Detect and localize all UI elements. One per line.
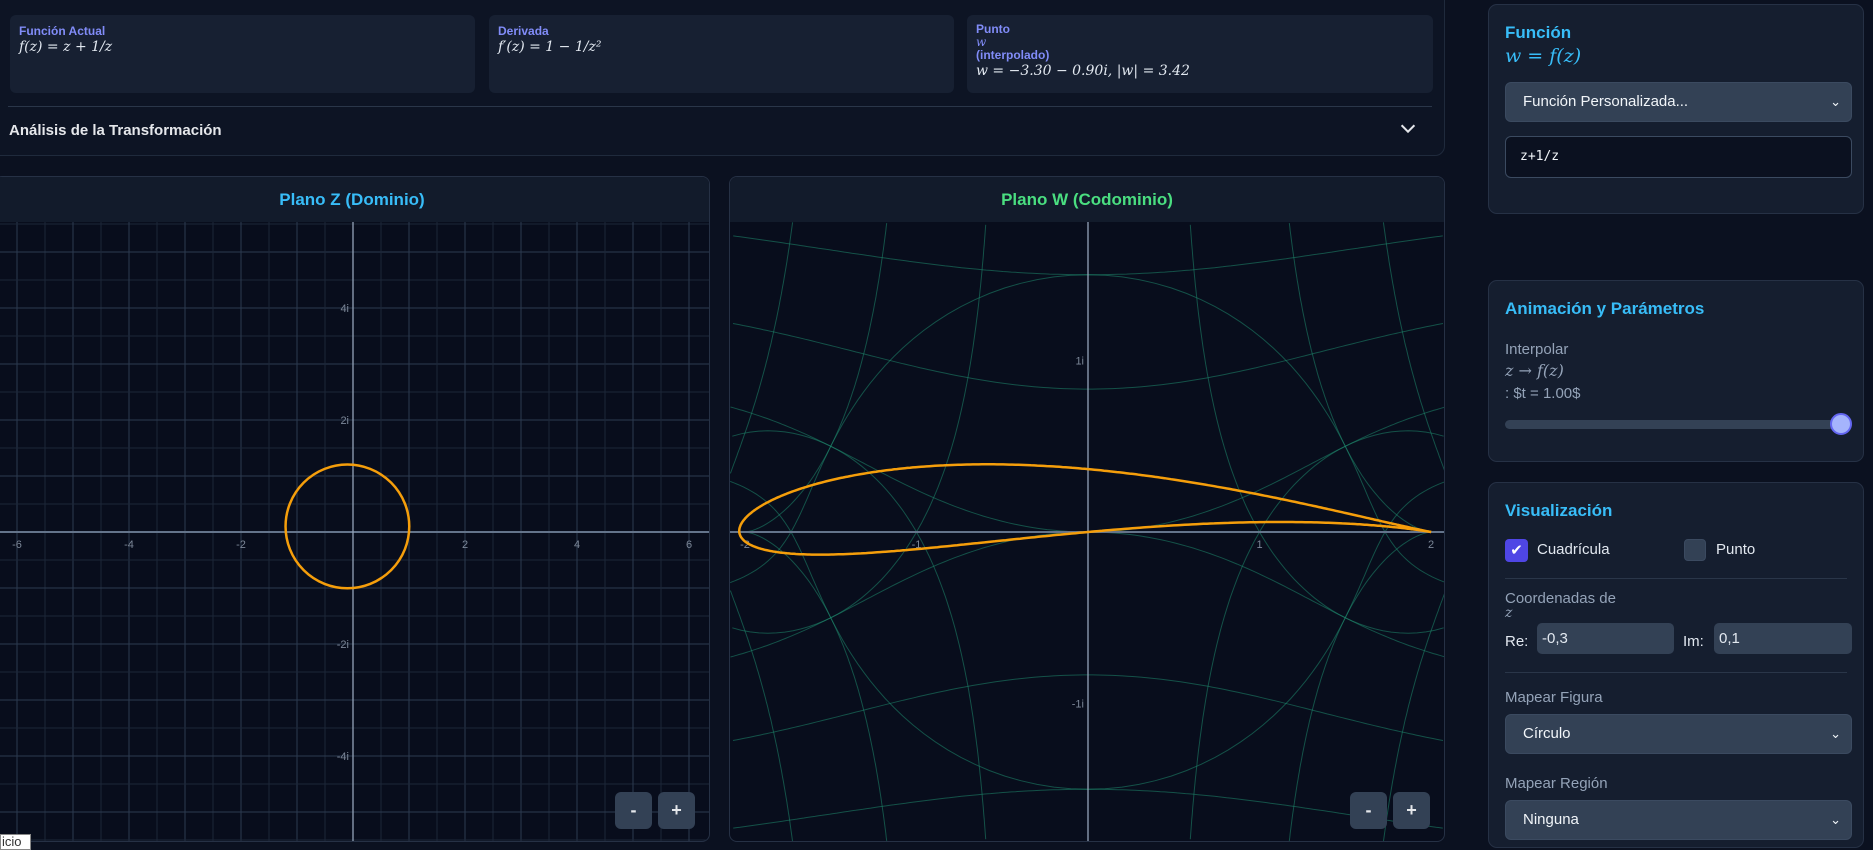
chevron-down-icon[interactable] bbox=[1397, 117, 1419, 139]
z-plane-title: Plano Z (Dominio) bbox=[0, 177, 709, 222]
divider bbox=[1505, 672, 1847, 673]
analysis-toggle-title[interactable]: Análisis de la Transformación bbox=[9, 122, 222, 139]
tooltip: icio bbox=[0, 834, 31, 850]
w-plane-canvas[interactable]: -2 -1 1 21i-1i bbox=[730, 222, 1445, 842]
chevron-down-icon: ⌄ bbox=[1830, 812, 1841, 827]
analysis-panel: Función Actual f(z) = z + 1/z Derivada f… bbox=[0, 0, 1445, 156]
current-function-card: Función Actual f(z) = z + 1/z bbox=[10, 15, 475, 93]
derivative-card: Derivada f′(z) = 1 − 1/z² bbox=[489, 15, 954, 93]
x-tick-label: 1 bbox=[1256, 539, 1262, 551]
point-card: Punto w (interpolado) w = −3.30 − 0.90i,… bbox=[967, 15, 1433, 93]
point-label: Punto bbox=[1716, 541, 1756, 558]
select-value: Ninguna bbox=[1523, 811, 1579, 828]
x-tick-label: 4 bbox=[574, 539, 580, 551]
check-icon: ✔ bbox=[1510, 542, 1523, 559]
point-value: w = −3.30 − 0.90i, |w| = 3.42 bbox=[976, 63, 1190, 79]
function-title: Función bbox=[1505, 23, 1572, 42]
region-label: Mapear Región bbox=[1505, 775, 1608, 792]
function-formula: f(z) = z + 1/z bbox=[19, 39, 113, 55]
x-tick-label: -6 bbox=[12, 539, 22, 551]
grid-label: Cuadrícula bbox=[1537, 541, 1610, 558]
im-input[interactable]: 0,1 bbox=[1714, 623, 1852, 654]
grid-checkbox[interactable]: ✔ bbox=[1505, 539, 1528, 562]
function-subtitle: w = f(z) bbox=[1505, 45, 1582, 67]
z-plane-panel: Plano Z (Dominio) -6 -4 -2 2 4 6 4i 2i -2i -4i - … bbox=[0, 176, 710, 842]
chevron-down-icon: ⌄ bbox=[1830, 94, 1841, 109]
y-tick-label: -4i bbox=[337, 751, 349, 763]
z-plane-canvas[interactable]: -6 -4 -2 2 4 6 4i 2i -2i -4i bbox=[0, 222, 710, 842]
re-input[interactable]: -0,3 bbox=[1537, 623, 1674, 654]
re-label: Re: bbox=[1505, 633, 1529, 650]
region-select[interactable]: Ninguna ⌄ bbox=[1505, 800, 1852, 840]
visualization-panel: Visualización ✔ Cuadrícula Punto Coorden… bbox=[1488, 482, 1864, 848]
function-panel: Función w = f(z) Función Personalizada..… bbox=[1488, 4, 1864, 214]
y-tick-label: 2i bbox=[340, 415, 349, 427]
coords-math: z bbox=[1505, 605, 1513, 621]
select-value: Función Personalizada... bbox=[1523, 93, 1689, 110]
y-tick-label: 1i bbox=[1075, 356, 1084, 368]
x-tick-label: 2 bbox=[462, 539, 468, 551]
custom-function-input[interactable]: z+1/z bbox=[1505, 136, 1852, 178]
im-label: Im: bbox=[1683, 633, 1704, 650]
x-tick-label: -4 bbox=[124, 539, 134, 551]
interpolate-label: Interpolar bbox=[1505, 341, 1569, 358]
zoom-out-button[interactable]: - bbox=[615, 792, 652, 829]
x-tick-label: -2 bbox=[236, 539, 246, 551]
function-select[interactable]: Función Personalizada... ⌄ bbox=[1505, 82, 1852, 122]
card-label: Derivada bbox=[498, 24, 549, 38]
derivative-formula: f′(z) = 1 − 1/z² bbox=[498, 39, 602, 55]
interpolation-slider[interactable] bbox=[1505, 413, 1852, 435]
visualization-title: Visualización bbox=[1505, 501, 1613, 520]
coords-label: Coordenadas de bbox=[1505, 590, 1616, 607]
x-tick-label: 2 bbox=[1428, 539, 1434, 551]
card-label: Función Actual bbox=[19, 24, 106, 38]
slider-thumb[interactable] bbox=[1830, 413, 1852, 435]
divider bbox=[8, 106, 1432, 107]
select-value: Círculo bbox=[1523, 725, 1571, 742]
zoom-in-button[interactable]: + bbox=[658, 792, 695, 829]
card-label: Punto bbox=[976, 22, 1010, 36]
figure-select[interactable]: Círculo ⌄ bbox=[1505, 714, 1852, 754]
card-label: (interpolado) bbox=[976, 48, 1050, 62]
y-tick-label: 4i bbox=[340, 303, 349, 315]
mapped-airfoil bbox=[737, 463, 1432, 556]
zoom-in-button[interactable]: + bbox=[1393, 792, 1430, 829]
animation-panel: Animación y Parámetros Interpolar z → f(… bbox=[1488, 280, 1864, 462]
w-plane-title: Plano W (Codominio) bbox=[730, 177, 1444, 222]
x-tick-label: 6 bbox=[686, 539, 692, 551]
w-plane-panel: Plano W (Codominio) -2 -1 1 2 1i -1i - + bbox=[729, 176, 1445, 842]
figure-label: Mapear Figura bbox=[1505, 689, 1603, 706]
y-tick-label: -1i bbox=[1072, 699, 1084, 711]
mapped-circle bbox=[284, 463, 411, 590]
interpolate-value: : $t = 1.00$ bbox=[1505, 385, 1581, 402]
interpolate-math: z → f(z) bbox=[1505, 361, 1564, 380]
divider bbox=[1505, 578, 1847, 579]
animation-title: Animación y Parámetros bbox=[1505, 299, 1705, 318]
y-tick-label: -2i bbox=[337, 639, 349, 651]
zoom-out-button[interactable]: - bbox=[1350, 792, 1387, 829]
chevron-down-icon: ⌄ bbox=[1830, 726, 1841, 741]
point-checkbox[interactable] bbox=[1684, 539, 1706, 561]
